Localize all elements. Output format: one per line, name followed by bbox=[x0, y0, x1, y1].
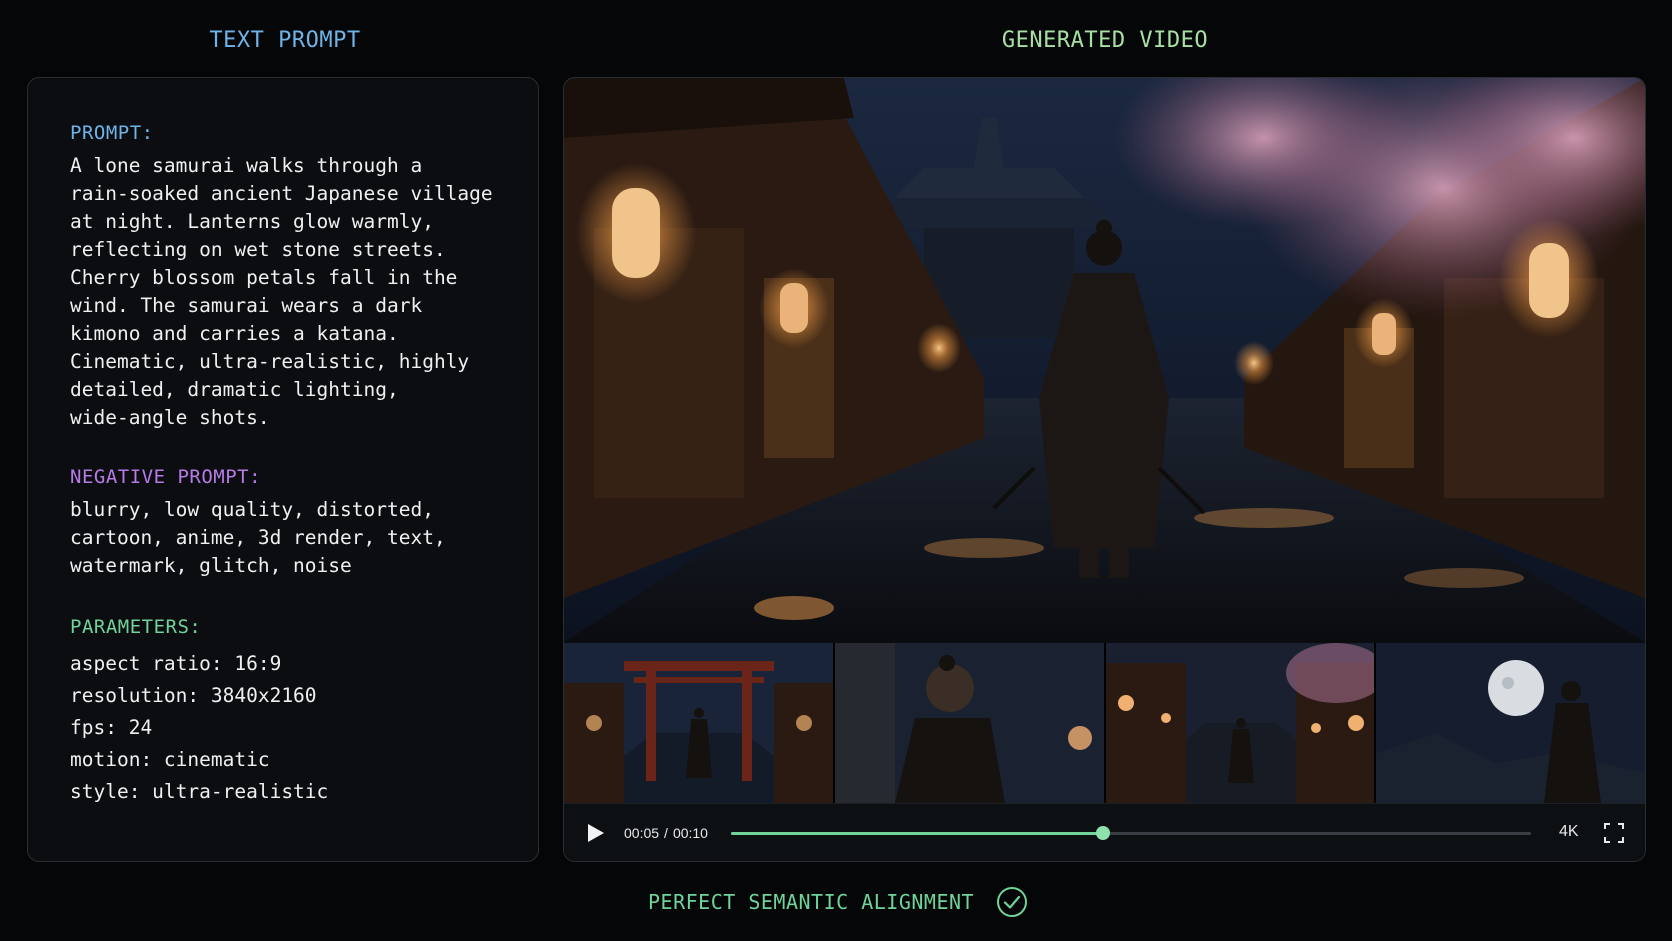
samurai-street-scene-icon bbox=[564, 78, 1645, 642]
current-time: 00:05 bbox=[624, 825, 660, 841]
thumbnail-4[interactable] bbox=[1376, 643, 1645, 803]
check-circle-icon bbox=[997, 887, 1028, 917]
negative-prompt-label: NEGATIVE PROMPT: bbox=[70, 466, 262, 488]
moonlit-samurai-scene-icon bbox=[1376, 643, 1645, 803]
parameters-list: aspect ratio: 16:9 resolution: 3840x2160… bbox=[70, 648, 538, 808]
prompt-text: A lone samurai walks through a rain-soak… bbox=[70, 154, 493, 429]
time-separator: / bbox=[664, 825, 668, 841]
lantern-street-scene-icon bbox=[1105, 643, 1375, 803]
duration: 00:10 bbox=[672, 825, 708, 841]
generated-video-title: GENERATED VIDEO bbox=[1001, 28, 1209, 53]
parameter-fps: fps: 24 bbox=[70, 716, 153, 739]
parameter-motion: motion: cinematic bbox=[70, 748, 270, 771]
parameter-resolution: resolution: 3840x2160 bbox=[70, 684, 317, 707]
parameter-style: style: ultra-realistic bbox=[70, 780, 329, 803]
thumbnail-2[interactable] bbox=[834, 643, 1104, 803]
alignment-status: PERFECT SEMANTIC ALIGNMENT bbox=[648, 886, 1028, 918]
text-prompt-title: TEXT PROMPT bbox=[209, 28, 361, 53]
play-icon[interactable] bbox=[584, 822, 606, 844]
progress-bar[interactable] bbox=[731, 826, 1531, 840]
samurai-closeup-scene-icon bbox=[834, 643, 1104, 803]
prompt-panel: PROMPT: A lone samurai walks through a r… bbox=[27, 77, 539, 862]
parameter-aspect-ratio: aspect ratio: 16:9 bbox=[70, 652, 282, 675]
quality-button[interactable]: 4K bbox=[1559, 823, 1579, 841]
parameters-label: PARAMETERS: bbox=[70, 616, 202, 638]
player-controls: 00:05/00:10 4K bbox=[564, 803, 1645, 861]
thumbnail-3[interactable] bbox=[1105, 643, 1375, 803]
progress-fill bbox=[731, 832, 1103, 835]
thumbnail-strip bbox=[564, 643, 1645, 803]
thumbnail-1[interactable] bbox=[564, 643, 833, 803]
negative-prompt-text: blurry, low quality, distorted, cartoon,… bbox=[70, 498, 446, 577]
progress-knob[interactable] bbox=[1096, 826, 1110, 840]
video-main-frame[interactable] bbox=[564, 78, 1645, 642]
video-player: 00:05/00:10 4K bbox=[563, 77, 1646, 862]
prompt-label: PROMPT: bbox=[70, 122, 154, 144]
torii-gate-scene-icon bbox=[564, 643, 833, 803]
alignment-text: PERFECT SEMANTIC ALIGNMENT bbox=[648, 890, 975, 914]
time-display: 00:05/00:10 bbox=[624, 825, 708, 841]
fullscreen-icon[interactable] bbox=[1604, 823, 1624, 843]
